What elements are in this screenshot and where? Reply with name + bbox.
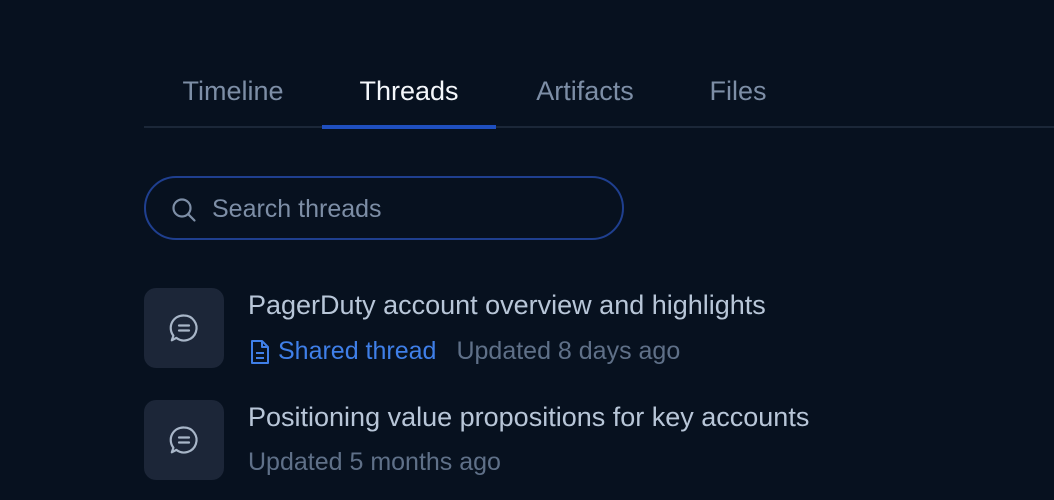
tab-bar: Timeline Threads Artifacts Files [144, 56, 1054, 129]
thread-icon-tile [144, 288, 224, 368]
tab-threads[interactable]: Threads [322, 56, 496, 129]
updated-timestamp: Updated 5 months ago [248, 448, 501, 476]
updated-timestamp: Updated 8 days ago [456, 336, 681, 365]
chat-bubble-icon [169, 426, 198, 454]
search-input[interactable] [210, 188, 604, 230]
tab-timeline[interactable]: Timeline [144, 56, 322, 126]
thread-item-pagerduty[interactable]: PagerDuty account overview and highlight… [144, 288, 904, 368]
search-box[interactable] [144, 176, 624, 240]
document-icon [251, 340, 269, 364]
tab-files[interactable]: Files [674, 56, 802, 126]
thread-meta: Updated 5 months ago [248, 448, 501, 477]
shared-thread-link[interactable]: Shared thread [248, 336, 436, 366]
thread-meta: Shared thread Updated 8 days ago [248, 336, 680, 366]
tab-artifacts[interactable]: Artifacts [496, 56, 674, 126]
shared-thread-label: Shared thread [278, 336, 437, 365]
thread-title: Positioning value propositions for key a… [248, 402, 810, 432]
thread-icon-tile [144, 400, 224, 480]
thread-title: PagerDuty account overview and highlight… [248, 290, 766, 320]
search-icon [172, 198, 196, 222]
thread-item-positioning[interactable]: Positioning value propositions for key a… [144, 400, 904, 480]
threads-page: Timeline Threads Artifacts Files PagerDu… [0, 0, 1054, 500]
chat-bubble-icon [169, 314, 198, 342]
